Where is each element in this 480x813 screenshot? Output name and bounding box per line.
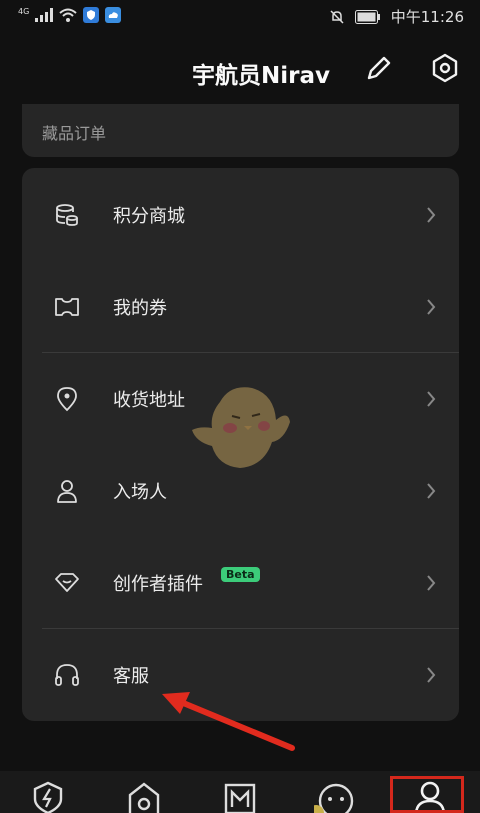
menu-item-label: 我的券 [113, 298, 167, 319]
battery-icon [354, 9, 380, 24]
clock: 中午11:26 [390, 8, 464, 26]
profile-header: 宇航员Nirav [0, 32, 480, 104]
watermark-mascot [192, 387, 290, 468]
menu-item-label: 客服 [113, 666, 149, 687]
edit-pencil-icon[interactable] [363, 52, 395, 84]
network-type: 4G [18, 6, 30, 16]
chevron-right-icon [427, 207, 436, 223]
menu-item-coupons[interactable]: 我的券 [22, 260, 459, 352]
wifi-icon [59, 8, 77, 22]
mute-bell-icon [330, 9, 344, 24]
menu-item-label: 创作者插件 [113, 574, 203, 595]
home-icon[interactable] [124, 777, 164, 813]
menu-item-points-mall[interactable]: 积分商城 [22, 168, 459, 260]
chevron-right-icon [427, 667, 436, 683]
annotation-arrow [162, 692, 295, 751]
chevron-right-icon [427, 299, 436, 315]
status-left: 4G [18, 6, 122, 23]
active-tab-highlight [390, 776, 464, 813]
coin-stack-icon [56, 204, 78, 226]
shield-app-icon [83, 7, 100, 23]
cloud-app-icon [105, 7, 122, 23]
location-pin-icon [57, 387, 77, 412]
chevron-right-icon [427, 483, 436, 499]
menu-item-creator-plugin[interactable]: 创作者插件 Beta [22, 536, 459, 628]
lightning-shield-icon[interactable] [28, 777, 68, 813]
chevron-right-icon [427, 575, 436, 591]
menu-item-label: 积分商城 [113, 206, 185, 227]
person-icon [57, 480, 77, 503]
menu-item-label: 入场人 [113, 482, 167, 503]
ticket-icon [55, 298, 79, 316]
status-bar: 4G 中午11:26 [0, 0, 480, 32]
headphones-icon [55, 664, 79, 686]
menu-item-label: 收货地址 [113, 390, 185, 411]
meta-m-icon[interactable] [220, 777, 260, 813]
signal-icon [35, 8, 54, 22]
settings-gear-icon[interactable] [429, 52, 461, 84]
orders-label: 藏品订单 [42, 124, 107, 143]
status-right: 中午11:26 [329, 6, 464, 27]
chat-bubble-icon[interactable] [314, 777, 354, 813]
beta-badge: Beta [221, 567, 260, 582]
orders-card[interactable]: 藏品订单 [22, 104, 459, 157]
user-name: 宇航员Nirav [192, 63, 330, 89]
plugin-tag-icon [55, 573, 79, 592]
chevron-right-icon [427, 391, 436, 407]
